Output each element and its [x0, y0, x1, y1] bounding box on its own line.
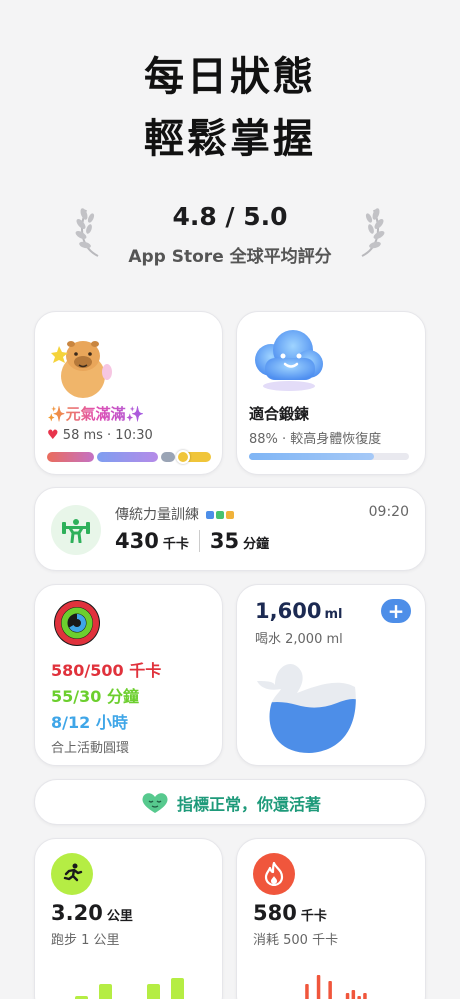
calorie-bar-16 [345, 993, 350, 999]
running-goal: 跑步 1 公里 [51, 933, 120, 948]
hrv-reading: ♥ 58 ms · 10:30 [47, 428, 153, 443]
running-distance-value: 3.20 [51, 901, 103, 925]
calorie-burned-value: 580 [253, 901, 297, 925]
water-card[interactable]: 1,600 ml 喝水 2,000 ml + [236, 584, 426, 766]
strength-training-icon [51, 505, 101, 555]
readiness-sub: 88% · 較高身體恢復度 [249, 432, 382, 447]
water-goal: 喝水 2,000 ml [255, 632, 343, 647]
mood-indicator [175, 450, 190, 464]
running-bar-4 [147, 984, 160, 999]
calorie-bar-17 [351, 990, 356, 999]
running-distance-unit: 公里 [106, 909, 133, 924]
training-kcal-unit: 千卡 [162, 537, 189, 552]
laurel-right-icon [361, 208, 385, 257]
readiness-card[interactable]: 適合鍛鍊 88% · 較高身體恢復度 [236, 311, 426, 475]
running-bar-5 [171, 978, 184, 999]
green-heart-face-icon [142, 793, 168, 813]
stats-divider [198, 530, 200, 552]
readiness-progress-fill [249, 453, 374, 460]
dot-blue [206, 511, 215, 519]
training-kcal-value: 430 [115, 529, 159, 553]
running-bar-2 [99, 984, 112, 999]
status-text: 指標正常，你還活著 [176, 795, 321, 814]
rating-label: App Store 全球平均評分 [128, 247, 332, 267]
mood-card[interactable]: ✨元氣滿滿✨ ♥ 58 ms · 10:30 [34, 311, 223, 475]
calorie-bar-chart [305, 975, 367, 999]
training-time: 09:20 [368, 504, 409, 520]
calorie-burned-unit: 千卡 [300, 909, 327, 924]
duck-water-icon [257, 663, 356, 753]
water-amount: 1,600 ml [255, 599, 342, 623]
activity-rings-icon [54, 600, 100, 646]
mood-seg-4 [175, 450, 212, 464]
running-distance: 3.20 公里 [51, 901, 133, 925]
fire-icon [253, 853, 295, 895]
add-water-button[interactable]: + [381, 599, 411, 623]
hrv-value: 58 ms · 10:30 [62, 428, 153, 443]
mood-seg-1 [47, 452, 95, 462]
readiness-progress-bar [249, 453, 409, 460]
training-dots [206, 511, 235, 519]
calorie-goal: 消耗 500 千卡 [253, 933, 339, 948]
training-duration-unit: 分鐘 [243, 537, 270, 552]
rating-score: 4.8 / 5.0 [172, 202, 288, 231]
training-title: 傳統力量訓練 [115, 504, 235, 524]
headline-line-1: 每日狀態 [144, 54, 316, 100]
exercise-ring-value: 55/30 分鐘 [51, 687, 139, 706]
headline-line-2: 輕鬆掌握 [144, 116, 316, 162]
training-duration-value: 35 [209, 529, 240, 553]
mood-label: ✨元氣滿滿✨ [47, 405, 145, 423]
running-card[interactable]: 3.20 公里 跑步 1 公里 [34, 838, 223, 999]
activity-rings-card[interactable]: 580/500 千卡 55/30 分鐘 8/12 小時 合上活動圓環 [34, 584, 223, 766]
water-amount-value: 1,600 [255, 599, 322, 623]
cloud-mascot-icon [255, 330, 323, 391]
mood-scale-bar [47, 450, 212, 464]
stand-ring-value: 8/12 小時 [51, 713, 128, 732]
water-amount-unit: ml [324, 607, 343, 622]
readiness-label: 適合鍛鍊 [249, 405, 310, 423]
calorie-card[interactable]: 580 千卡 消耗 500 千卡 [236, 838, 426, 999]
dot-orange [226, 511, 235, 519]
status-text-row: 指標正常，你還活著 [35, 791, 425, 815]
dot-green [216, 511, 225, 519]
calorie-bar-13 [328, 981, 332, 999]
running-icon [51, 853, 93, 895]
capybara-mascot-icon [51, 341, 112, 398]
move-ring-value: 580/500 千卡 [51, 661, 162, 680]
calorie-bar-11 [316, 975, 321, 999]
calorie-bar-9 [305, 984, 309, 999]
calorie-burned: 580 千卡 [253, 901, 327, 925]
heart-icon: ♥ [47, 428, 59, 443]
training-stats: 430 千卡 35 分鐘 [115, 529, 269, 553]
training-title-text: 傳統力量訓練 [115, 507, 199, 523]
running-bar-chart [75, 978, 184, 999]
mood-seg-3 [160, 452, 175, 462]
calorie-bar-19 [363, 993, 367, 999]
mood-seg-2 [97, 452, 158, 462]
activity-label: 合上活動圓環 [51, 741, 130, 756]
status-banner[interactable]: 指標正常，你還活著 [34, 779, 426, 825]
training-card[interactable]: 傳統力量訓練 09:20 430 千卡 35 分鐘 [34, 487, 426, 571]
